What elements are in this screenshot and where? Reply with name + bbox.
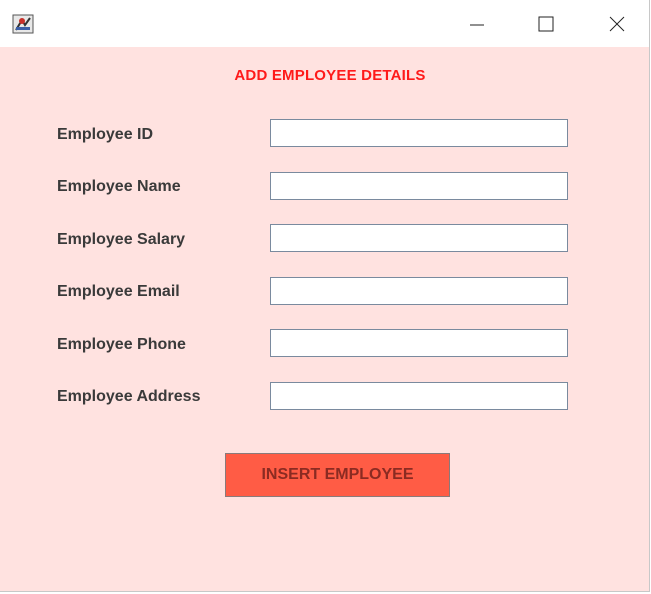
maximize-icon <box>538 16 554 32</box>
form-heading: ADD EMPLOYEE DETAILS <box>234 67 426 84</box>
close-icon <box>609 16 625 32</box>
minimize-icon <box>470 24 484 26</box>
form-panel: ADD EMPLOYEE DETAILS Employee ID Employe… <box>0 47 649 591</box>
employee-name-input[interactable] <box>270 172 568 200</box>
employee-id-label: Employee ID <box>57 126 154 143</box>
employee-phone-input[interactable] <box>270 329 568 357</box>
maximize-button[interactable] <box>522 0 568 47</box>
employee-address-input[interactable] <box>270 382 568 410</box>
insert-employee-button[interactable]: INSERT EMPLOYEE <box>225 453 450 497</box>
java-app-icon[interactable] <box>12 14 34 34</box>
minimize-button[interactable] <box>456 0 502 47</box>
employee-name-label: Employee Name <box>57 178 181 195</box>
employee-phone-label: Employee Phone <box>57 336 186 353</box>
employee-salary-label: Employee Salary <box>57 231 186 248</box>
employee-salary-input[interactable] <box>270 224 568 252</box>
employee-email-input[interactable] <box>270 277 568 305</box>
employee-email-label: Employee Email <box>57 283 180 300</box>
app-window: ADD EMPLOYEE DETAILS Employee ID Employe… <box>0 0 650 592</box>
employee-address-label: Employee Address <box>57 388 201 405</box>
close-button[interactable] <box>594 0 640 47</box>
title-bar[interactable] <box>0 0 649 47</box>
employee-id-input[interactable] <box>270 119 568 147</box>
